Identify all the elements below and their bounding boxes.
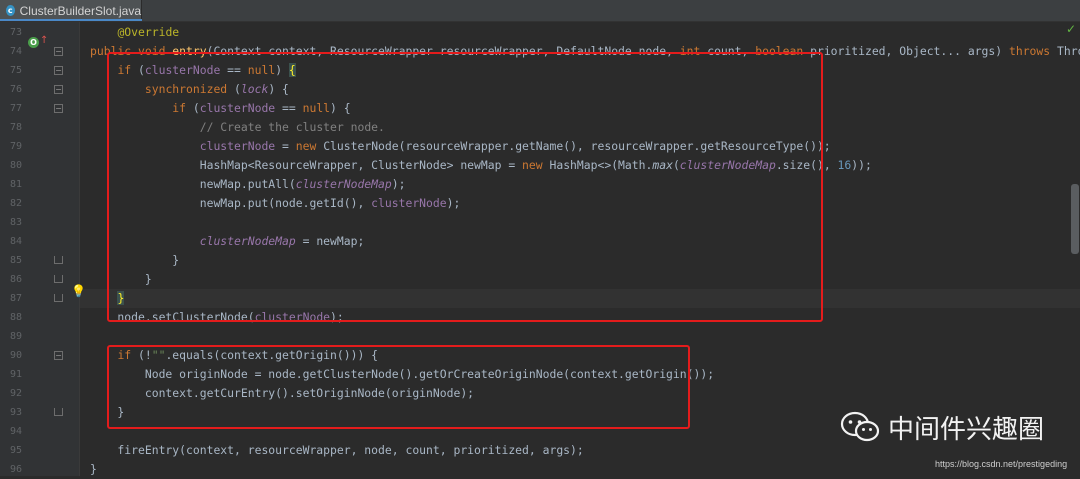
watermark-url: https://blog.csdn.net/prestigeding: [935, 459, 1068, 469]
line-number: 76: [9, 84, 22, 95]
watermark-title: 中间件兴趣圈: [888, 414, 1045, 445]
fold-toggle-icon[interactable]: −: [54, 66, 63, 75]
fold-toggle-icon[interactable]: −: [54, 85, 63, 94]
fold-end-icon[interactable]: [54, 408, 63, 416]
wechat-icon: [840, 411, 880, 442]
fold-end-icon[interactable]: [54, 294, 63, 302]
code-line[interactable]: [80, 327, 1080, 346]
line-number: 79: [9, 141, 22, 152]
line-number: 85: [9, 255, 22, 266]
tab-label: ClusterBuilderSlot.java: [19, 3, 141, 18]
code-token: ));: [851, 158, 872, 172]
line-number: 81: [9, 179, 22, 190]
fold-toggle-icon[interactable]: −: [54, 47, 63, 56]
highlight-box-cluster-node: [107, 52, 823, 322]
line-number: 74: [9, 46, 22, 57]
line-number: 80: [9, 160, 22, 171]
editor-gutter[interactable]: 73 74 − 75 − 76 − 77 − 78 79 80 81 82 83 84 85 86 87 88 89 90…: [0, 22, 80, 476]
inspection-ok-icon[interactable]: ✓: [1066, 22, 1076, 36]
code-line[interactable]: }: [80, 460, 1080, 479]
code-token: }: [90, 462, 97, 476]
watermark: 中间件兴趣圈: [840, 411, 1044, 445]
code-line[interactable]: @Override: [80, 23, 1080, 42]
line-number: 77: [9, 103, 22, 114]
line-number: 89: [9, 331, 22, 342]
line-number: 78: [9, 122, 22, 133]
fold-toggle-icon[interactable]: −: [54, 351, 63, 360]
editor-tab-bar: c ClusterBuilderSlot.java: [0, 0, 1080, 22]
line-number: 91: [9, 369, 22, 380]
line-number: 82: [9, 198, 22, 209]
code-token: Throwable {: [1057, 44, 1080, 58]
line-number: 94: [9, 426, 22, 437]
fold-toggle-icon[interactable]: −: [54, 104, 63, 113]
line-number: 93: [9, 407, 22, 418]
java-class-icon: c: [6, 5, 15, 16]
override-method-icon[interactable]: O: [28, 37, 39, 48]
line-number: 87: [9, 293, 22, 304]
line-number: 96: [9, 464, 22, 475]
line-number: 92: [9, 388, 22, 399]
active-tab-indicator: [0, 19, 142, 21]
line-number: 86: [9, 274, 22, 285]
code-token: prioritized, Object... args): [810, 44, 1009, 58]
intention-bulb-icon[interactable]: 💡: [71, 284, 86, 298]
code-token: fireEntry(context, resourceWrapper, node…: [90, 443, 584, 457]
line-number: 84: [9, 236, 22, 247]
vertical-scrollbar-thumb[interactable]: [1071, 184, 1079, 254]
code-token: 16: [837, 158, 852, 172]
fold-end-icon[interactable]: [54, 275, 63, 283]
override-arrow-icon[interactable]: ↑: [40, 35, 48, 46]
line-number: 88: [9, 312, 22, 323]
highlight-box-origin-node: [107, 345, 690, 429]
line-number: 83: [9, 217, 22, 228]
line-number: 95: [9, 445, 22, 456]
tab-cluster-builder-slot[interactable]: c ClusterBuilderSlot.java: [0, 0, 142, 21]
code-token: @Override: [117, 25, 180, 39]
code-token: throws: [1008, 44, 1057, 58]
line-number: 75: [9, 65, 22, 76]
line-number: 90: [9, 350, 22, 361]
fold-end-icon[interactable]: [54, 256, 63, 264]
line-number: 73: [9, 27, 22, 38]
